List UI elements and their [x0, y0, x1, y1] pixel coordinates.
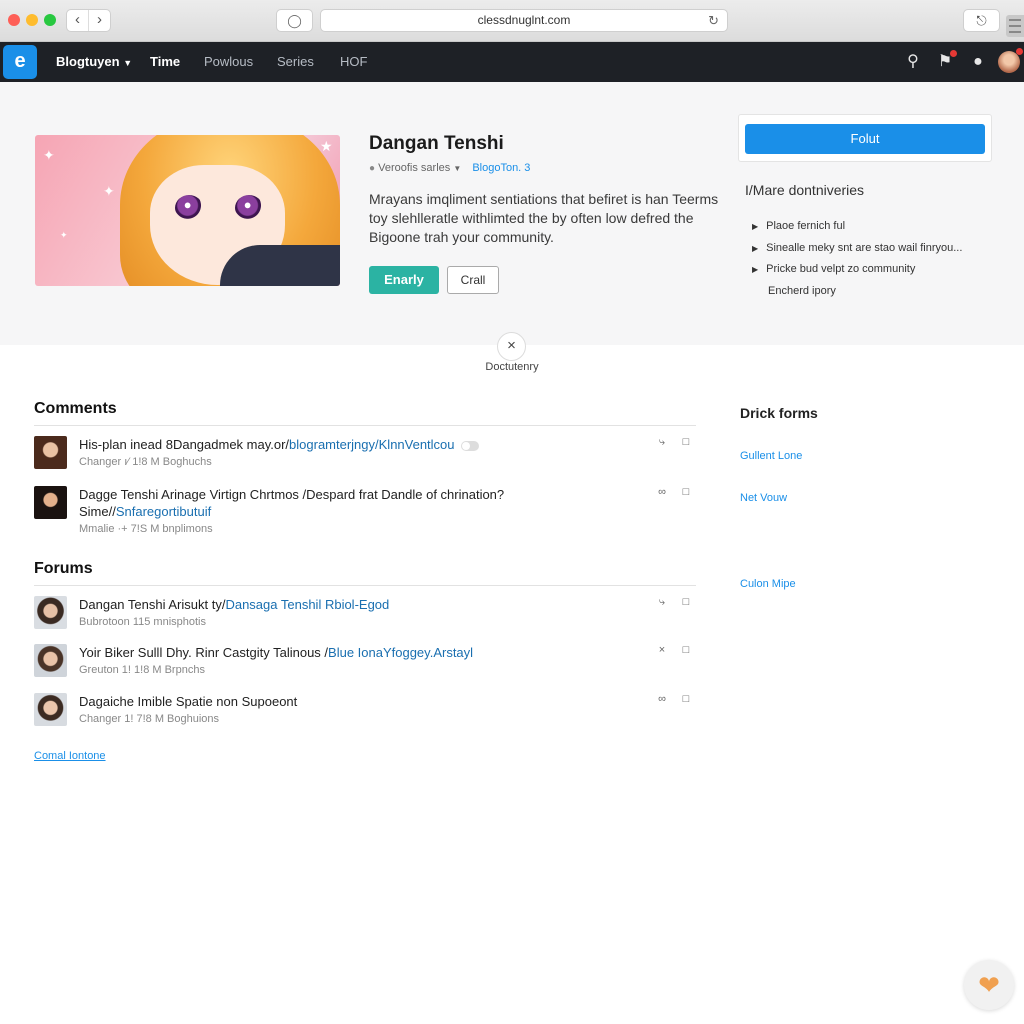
list-item[interactable]: ▶ Pricke bud velpt zo community [752, 261, 962, 283]
comment-meta: Changer ı⁄ 1!8 M Boghuchs [79, 456, 212, 468]
right-heading: Drick forms [740, 405, 818, 421]
caret-right-icon: ▶ [752, 243, 759, 253]
brand-label: Blogtuyen [56, 54, 120, 69]
bookmark-icon[interactable]: □ [679, 596, 693, 608]
close-icon: × [507, 337, 516, 354]
forum-meta: Greuton 1! 1!8 M Brpnchs [79, 664, 205, 676]
shield-icon: ◯ [287, 13, 302, 28]
secondary-action-button[interactable]: Crall [447, 266, 499, 294]
nav-link-time[interactable]: Time [150, 42, 180, 82]
forum-row[interactable]: Dangan Tenshi Arisukt ty/Dansaga Tenshil… [34, 596, 696, 642]
forum-meta: Changer 1! 7!8 M Boghuions [79, 713, 220, 725]
list-item[interactable]: Encherd ipory [752, 283, 962, 305]
cover-image: ✦ ✦ ★ ✦ [35, 135, 340, 286]
divider [34, 425, 696, 426]
flag-icon[interactable]: ⚑ [935, 50, 957, 72]
series-meta: ● Veroofis sarles ▼ BlogoTon. 3 [369, 162, 530, 174]
avatar[interactable] [34, 693, 67, 726]
series-label: Veroofis sarles [378, 162, 451, 174]
avatar[interactable] [998, 48, 1023, 73]
nav-link-powlous[interactable]: Powlous [204, 42, 253, 82]
bookmark-icon[interactable]: □ [679, 486, 693, 498]
link-icon[interactable]: ∞ [655, 693, 669, 705]
close-window-button[interactable] [8, 14, 20, 26]
share-button[interactable]: ⎋ [963, 9, 1000, 32]
series-link[interactable]: BlogoTon. 3 [472, 162, 530, 174]
privacy-shield-button[interactable]: ◯ [276, 9, 313, 32]
share-icon: ⎋ [976, 13, 987, 28]
close-button[interactable]: × [497, 332, 526, 361]
chevron-down-icon[interactable]: ▼ [453, 164, 461, 173]
tag-icon: ● [369, 163, 376, 174]
right-link[interactable]: Culon Mipe [740, 578, 796, 590]
favorite-button[interactable]: ❤ [964, 960, 1014, 1010]
avatar[interactable] [34, 486, 67, 519]
close-label: Doctutenry [485, 361, 539, 373]
minimize-window-button[interactable] [26, 14, 38, 26]
avatar[interactable] [34, 436, 67, 469]
address-bar[interactable]: clessdnuglnt.com ↻ [320, 9, 728, 32]
comment-meta: Mmalie ·+ 7!S M bnplimons [79, 523, 213, 535]
reply-icon[interactable]: ⤷ [655, 436, 669, 449]
browser-toolbar: ‹ › ◯ clessdnuglnt.com ↻ ⎋ [0, 0, 1024, 42]
heart-icon: ❤ [978, 970, 1000, 1000]
list-item[interactable]: ▶ Sinealle meky snt are stao wail finryou… [752, 240, 962, 262]
forum-row[interactable]: Dagaiche Imible Spatie non Supoeont Chan… [34, 693, 696, 739]
reply-icon[interactable]: ⤷ [655, 596, 669, 609]
back-button[interactable]: ‹ [67, 10, 89, 31]
toggle-switch[interactable] [460, 440, 479, 451]
divider [34, 585, 696, 586]
bookmark-icon[interactable]: □ [679, 693, 693, 705]
nav-link-series[interactable]: Series [277, 42, 314, 82]
brand-menu[interactable]: Blogtuyen ▼ [56, 42, 132, 83]
primary-action-button[interactable]: Enarly [369, 266, 439, 294]
sidebar-list: ▶ Plaoe fernich ful ▶ Sinealle meky snt ar… [752, 218, 962, 304]
forum-link[interactable]: Dansaga Tenshil Rbiol-Egod [225, 597, 389, 612]
comment-link[interactable]: Snfaregortibutuif [116, 504, 211, 519]
follow-button[interactable]: Folut [745, 124, 985, 154]
sidebar-heading: I/Mare dontniveries [745, 182, 865, 198]
history-buttons: ‹ › [66, 9, 111, 32]
series-description: Mrayans imqliment sentiations that befir… [369, 191, 719, 245]
bookmark-icon[interactable]: □ [679, 644, 693, 656]
avatar[interactable] [34, 644, 67, 677]
search-icon[interactable]: ⚲ [903, 52, 923, 72]
forum-row[interactable]: Yoir Biker Sulll Dhy. Rinr Castgity Tali… [34, 644, 696, 690]
site-logo[interactable]: e [3, 45, 37, 79]
site-navbar: e Blogtuyen ▼ Time Powlous Series HOF ⚲ … [0, 42, 1024, 82]
comment-row[interactable]: Dagge Tenshi Arinage Virtign Chrtmos /De… [34, 486, 696, 538]
caret-right-icon: ▶ [752, 265, 759, 274]
url-text: clessdnuglnt.com [477, 13, 571, 27]
caret-right-icon: ▶ [752, 222, 759, 231]
comment-row[interactable]: His-plan inead 8Dangadmek may.or/blogram… [34, 436, 696, 482]
close-icon[interactable]: × [655, 644, 669, 656]
notifications-icon[interactable]: ● [968, 52, 988, 72]
list-item[interactable]: ▶ Plaoe fernich ful [752, 218, 962, 240]
page-title: Dangan Tenshi [369, 133, 504, 154]
chevron-down-icon: ▼ [123, 58, 133, 68]
reload-icon[interactable]: ↻ [708, 10, 719, 31]
avatar[interactable] [34, 596, 67, 629]
sidebar-toggle[interactable] [1006, 15, 1024, 37]
forward-button[interactable]: › [89, 10, 110, 31]
link-icon[interactable]: ∞ [655, 486, 669, 498]
right-link[interactable]: Gullent Lone [740, 450, 802, 462]
right-link[interactable]: Net Vouw [740, 492, 787, 504]
forums-title: Forums [34, 560, 93, 577]
zoom-window-button[interactable] [44, 14, 56, 26]
more-link[interactable]: Comal Iontone [34, 750, 106, 762]
forum-meta: Bubrotoon 115 mnisphotis [79, 616, 206, 628]
comment-link[interactable]: blogramterjngy/KlnnVentlcou [289, 437, 455, 452]
nav-link-hof[interactable]: HOF [340, 42, 367, 82]
forum-link[interactable]: Blue IonaYfoggey.Arstayl [328, 645, 473, 660]
bookmark-icon[interactable]: □ [679, 436, 693, 448]
comments-title: Comments [34, 400, 117, 417]
